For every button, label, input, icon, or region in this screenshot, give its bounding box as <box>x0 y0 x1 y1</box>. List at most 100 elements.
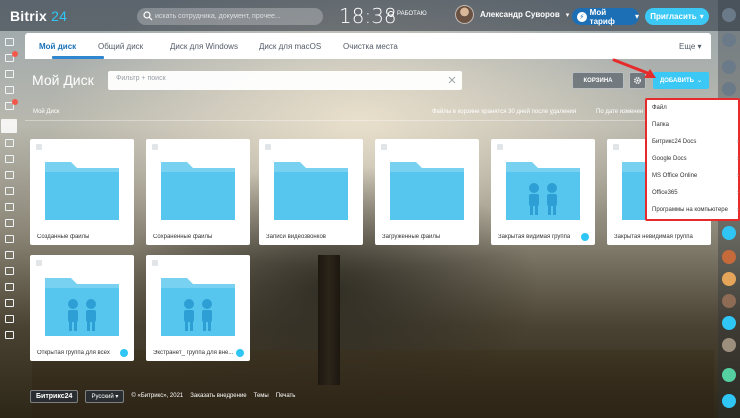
chat-bubble-icon[interactable] <box>722 394 736 408</box>
timer-icon[interactable] <box>722 60 736 74</box>
top-header: Bitrix 24 18:38 РАБОТАЮ Александр Суворо… <box>0 0 740 31</box>
add-dropdown-menu: Файл Папка Битрикс24 Docs › Google Docs › MS O… <box>645 98 740 221</box>
close-icon[interactable] <box>448 76 456 84</box>
folder-name: Созданные файлы <box>37 234 90 240</box>
crm-icon[interactable] <box>5 171 14 179</box>
select-checkbox[interactable] <box>381 144 387 150</box>
select-checkbox[interactable] <box>265 144 271 150</box>
folder-name: Закрытая невидимая группа <box>614 234 693 240</box>
folder-card[interactable]: Записи видеозвонков <box>259 139 363 245</box>
dropdown-item[interactable]: Папка <box>652 122 737 128</box>
groups-icon[interactable] <box>5 86 14 94</box>
shop-icon[interactable] <box>5 219 14 227</box>
contact-avatar[interactable] <box>722 294 736 308</box>
dropdown-item[interactable]: Битрикс24 Docs › <box>652 139 739 145</box>
filter-box[interactable] <box>108 71 462 90</box>
dropdown-item[interactable]: Google Docs › <box>652 156 739 162</box>
contact-avatar[interactable] <box>722 338 736 352</box>
search-icon[interactable] <box>722 82 736 96</box>
annotation-arrow <box>612 58 656 78</box>
footer-brand[interactable]: Битрикс24 <box>30 389 79 403</box>
chat-icon[interactable] <box>5 70 14 78</box>
select-checkbox[interactable] <box>36 260 42 266</box>
chevron-right-icon: › <box>737 207 739 213</box>
select-checkbox[interactable] <box>152 260 158 266</box>
work-status[interactable]: РАБОТАЮ <box>388 11 427 17</box>
phone-icon[interactable] <box>722 368 736 382</box>
invite-button[interactable]: Пригласить ▾ <box>645 8 709 25</box>
calendar-icon[interactable] <box>5 155 14 163</box>
chevron-down-icon: ⌄ <box>696 78 702 84</box>
avatar <box>455 5 474 24</box>
help-icon[interactable] <box>722 8 736 22</box>
analytics-icon[interactable] <box>5 235 14 243</box>
menu-icon[interactable] <box>5 38 14 46</box>
sites-icon[interactable] <box>5 203 14 211</box>
tariff-button[interactable]: ⚡ Мой тариф ▾ <box>572 8 639 26</box>
folder-name: Закрытая видимая группа <box>498 234 571 240</box>
tab-windows-drive[interactable]: Диск для Windows <box>170 42 238 51</box>
share-icon <box>236 349 244 357</box>
folder-card[interactable]: Экстранет_ группа для вне... <box>146 255 250 361</box>
folder-icon <box>161 162 235 220</box>
contacts-icon[interactable] <box>5 187 14 195</box>
mail-icon[interactable] <box>5 139 14 147</box>
filter-input[interactable] <box>116 75 446 82</box>
chevron-right-icon: › <box>737 156 739 162</box>
automation-icon[interactable] <box>5 251 14 259</box>
chevron-down-icon: ▾ <box>565 11 570 19</box>
settings-icon[interactable] <box>5 299 14 307</box>
search-box[interactable] <box>137 8 323 25</box>
folder-card[interactable]: Закрытая видимая группа <box>491 139 595 245</box>
status-icon <box>388 11 394 17</box>
drive-icon[interactable] <box>1 119 17 133</box>
themes-link[interactable]: Темы <box>254 393 269 399</box>
trash-note: Файлы в корзине хранятся 30 дней после у… <box>432 109 577 115</box>
select-checkbox[interactable] <box>152 144 158 150</box>
select-checkbox[interactable] <box>497 144 503 150</box>
folder-card[interactable]: Загруженные файлы <box>375 139 479 245</box>
structure-icon[interactable] <box>5 315 14 323</box>
print-link[interactable]: Печать <box>276 393 296 399</box>
folder-icon <box>390 162 464 220</box>
folder-name: Загруженные файлы <box>382 234 441 240</box>
language-select[interactable]: Русский ▾ <box>85 389 125 403</box>
share-icon <box>581 233 589 241</box>
sort-selector[interactable]: По дате изменен <box>596 109 643 115</box>
select-checkbox[interactable] <box>36 144 42 150</box>
add-user-icon[interactable] <box>722 316 736 330</box>
footer: Битрикс24 Русский ▾ © «Битрикс», 2021 За… <box>30 389 295 403</box>
bell-icon[interactable] <box>722 33 736 47</box>
folder-name: Записи видеозвонков <box>266 234 326 240</box>
market-icon[interactable] <box>5 283 14 291</box>
folder-card[interactable]: Созданные файлы <box>30 139 134 245</box>
folder-icon <box>45 278 119 336</box>
folder-card[interactable]: Открытая группа для всех <box>30 255 134 361</box>
folder-card[interactable]: Сохраненные файлы <box>146 139 250 245</box>
order-link[interactable]: Заказать внедрение <box>190 393 246 399</box>
dropdown-item[interactable]: Программы на компьютере › <box>652 207 739 213</box>
contact-avatar[interactable] <box>722 272 736 286</box>
tab-shared-drive[interactable]: Общий диск <box>98 42 143 51</box>
tab-macos-drive[interactable]: Диск для macOS <box>259 42 321 51</box>
left-sidebar <box>0 31 18 418</box>
breadcrumb[interactable]: Мой Диск <box>33 109 59 115</box>
logo[interactable]: Bitrix 24 <box>10 8 67 24</box>
tab-my-drive[interactable]: Мой диск <box>39 42 76 51</box>
folder-name: Открытая группа для всех <box>37 350 110 356</box>
tab-more[interactable]: Еще ▾ <box>679 42 702 51</box>
drive-tabs: Мой диск Общий диск Диск для Windows Дис… <box>25 33 711 59</box>
plus-icon[interactable] <box>5 331 14 339</box>
active-tab-indicator <box>52 56 104 59</box>
contact-avatar[interactable] <box>722 250 736 264</box>
search-input[interactable] <box>155 10 315 23</box>
tab-cleanup[interactable]: Очистка места <box>343 42 398 51</box>
video-call-icon[interactable] <box>722 226 736 240</box>
select-checkbox[interactable] <box>613 144 619 150</box>
dropdown-item[interactable]: MS Office Online › <box>652 173 739 179</box>
dropdown-item[interactable]: Файл <box>652 105 737 111</box>
employees-icon[interactable] <box>5 267 14 275</box>
user-menu[interactable]: Александр Суворов ▾ <box>455 5 569 24</box>
share-icon <box>120 349 128 357</box>
dropdown-item[interactable]: Office365 › <box>652 190 739 196</box>
